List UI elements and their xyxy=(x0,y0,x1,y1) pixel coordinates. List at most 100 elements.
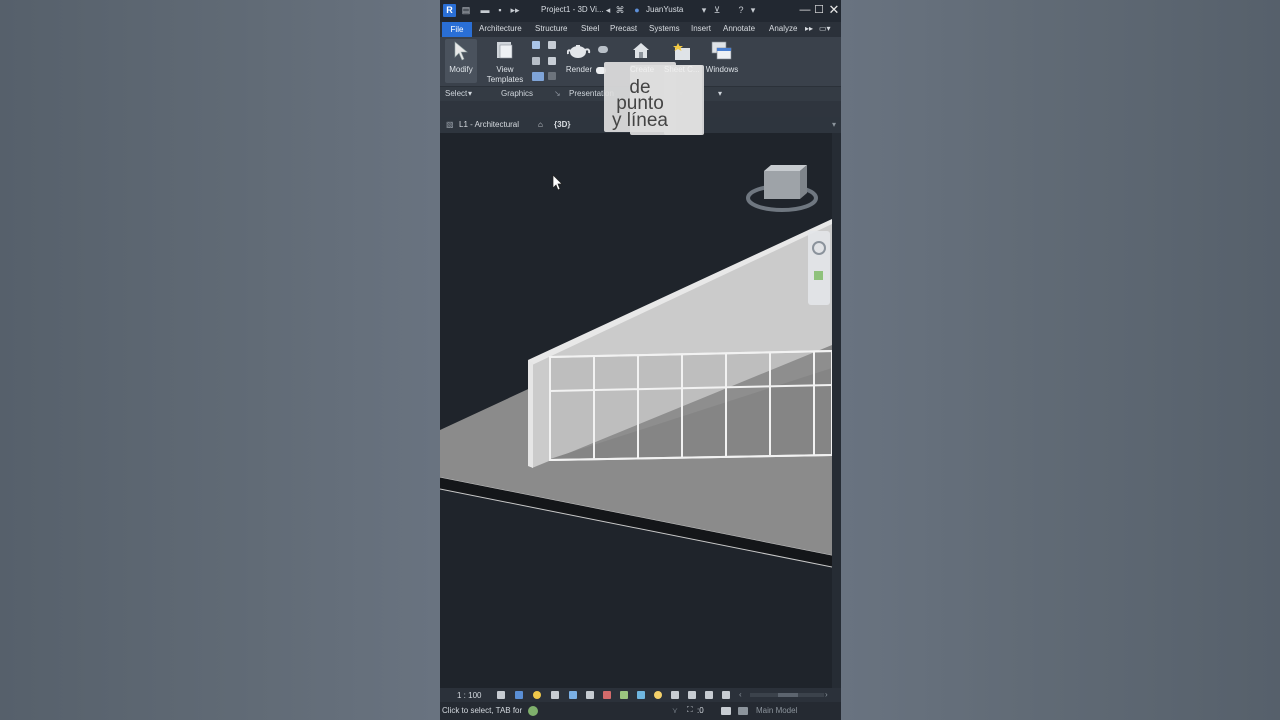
shadows-icon[interactable] xyxy=(551,691,559,699)
selection-count: :0 xyxy=(697,706,704,715)
view-cube-icon xyxy=(746,165,818,212)
horizontal-scrollbar[interactable] xyxy=(750,693,824,697)
wall-end xyxy=(528,360,533,468)
view-tab-l1[interactable]: ▧ L1 - Architectural xyxy=(443,117,533,133)
tab-annotate[interactable]: Annotate xyxy=(723,24,755,33)
render-gallery-icon[interactable] xyxy=(598,46,608,53)
windows-icon xyxy=(711,41,732,60)
horizontal-scrollbar-thumb[interactable] xyxy=(778,693,798,697)
close-button[interactable]: ✕ xyxy=(827,3,841,17)
status-bar: Click to select, TAB for ⋎ ⛶ :0 Main Mod… xyxy=(440,702,841,720)
selection-filter-icon[interactable]: ⛶ xyxy=(687,705,693,715)
user-icon: ● xyxy=(634,5,640,15)
editing-requests-icon[interactable] xyxy=(721,707,731,715)
thin-lines-icon[interactable] xyxy=(532,57,540,65)
view-tab-3d[interactable]: ⌂ {3D} xyxy=(535,117,575,133)
panel-more-dropdown-icon[interactable]: ▾ xyxy=(718,89,722,98)
binoculars-icon[interactable]: ⌘ xyxy=(615,5,625,15)
visual-style-icon[interactable] xyxy=(515,691,523,699)
view-tab-3d-label: {3D} xyxy=(554,120,571,129)
save-icon[interactable]: ▪ xyxy=(495,5,505,15)
modify-button[interactable]: Modify xyxy=(445,39,477,83)
maximize-button[interactable]: ☐ xyxy=(812,3,826,17)
3d-model-drawing xyxy=(440,165,832,568)
panel-graphics: Graphics xyxy=(501,89,534,98)
detail-level-icon[interactable] xyxy=(497,691,505,699)
temporary-hide-icon[interactable] xyxy=(637,691,645,699)
sun-path-icon[interactable] xyxy=(533,691,541,699)
filters-icon[interactable] xyxy=(548,41,556,49)
ribbon-tabs: File Architecture Structure Steel Precas… xyxy=(440,22,841,37)
modify-label: Modify xyxy=(449,65,473,74)
vertical-scrollbar[interactable] xyxy=(832,133,841,688)
remove-hidden-lines-icon[interactable] xyxy=(548,72,556,80)
navigation-bar xyxy=(808,231,830,305)
more-tabs-icon[interactable]: ▸▸ xyxy=(805,24,813,33)
show-hidden-lines-icon[interactable] xyxy=(548,57,556,65)
scroll-left-arrow-icon[interactable]: ‹ xyxy=(739,690,742,699)
help-icon[interactable]: ? xyxy=(736,5,746,15)
tabs-menu-icon[interactable]: ▾ xyxy=(832,120,836,129)
scroll-right-arrow-icon[interactable]: › xyxy=(825,690,828,699)
show-crop-region-icon[interactable] xyxy=(603,691,611,699)
temporary-view-properties-icon[interactable] xyxy=(671,691,679,699)
curtain-wall xyxy=(549,349,832,462)
windows-button[interactable]: Windows xyxy=(704,39,740,83)
panel-select-dropdown-icon[interactable]: ▾ xyxy=(468,89,472,98)
help-dropdown-icon[interactable]: ▾ xyxy=(748,5,758,15)
revit-logo-icon[interactable]: R xyxy=(443,4,456,17)
tab-options-icon[interactable]: ▭▾ xyxy=(819,24,831,33)
filter-icon[interactable]: ⋎ xyxy=(672,706,678,715)
highlight-displacement-icon[interactable] xyxy=(705,691,713,699)
tab-file[interactable]: File xyxy=(442,22,472,37)
sheet-icon xyxy=(673,43,690,60)
crop-view-icon[interactable] xyxy=(586,691,594,699)
tab-systems[interactable]: Systems xyxy=(649,24,680,33)
tab-precast[interactable]: Precast xyxy=(610,24,637,33)
house-icon xyxy=(633,43,649,58)
design-options-icon[interactable] xyxy=(738,707,748,715)
render-dialog-icon[interactable] xyxy=(569,691,577,699)
tab-steel[interactable]: Steel xyxy=(581,24,599,33)
render-label: Render xyxy=(565,65,593,74)
cart-icon[interactable]: ⊻ xyxy=(712,5,722,15)
lock-3d-view-icon[interactable] xyxy=(620,691,628,699)
scale-value[interactable]: 1 : 100 xyxy=(457,691,481,700)
caption-overlay: Create Sheet C... de punto y línea xyxy=(604,62,704,135)
visibility-graphics-icon[interactable] xyxy=(532,41,540,49)
analytical-model-icon[interactable] xyxy=(688,691,696,699)
render-button[interactable]: Render xyxy=(564,39,594,83)
minimize-button[interactable]: — xyxy=(798,3,812,17)
caption-line-3: y línea xyxy=(612,110,668,131)
scroll-left-icon[interactable]: ◂ xyxy=(603,5,613,15)
user-dropdown-icon[interactable]: ▾ xyxy=(699,5,709,15)
open-icon[interactable]: ▬ xyxy=(480,5,490,15)
cut-profile-icon[interactable] xyxy=(532,72,544,81)
more-tools-icon[interactable]: ▸▸ xyxy=(510,5,520,15)
title-bar: R ▤ ▬ ▪ ▸▸ Project1 - 3D Vi... ◂ ⌘ ● Jua… xyxy=(440,0,841,22)
view-templates-icon xyxy=(497,42,513,59)
reveal-constraints-icon[interactable] xyxy=(722,691,730,699)
tab-analyze[interactable]: Analyze xyxy=(769,24,797,33)
mouse-cursor-icon xyxy=(552,174,563,191)
user-name[interactable]: JuanYusta xyxy=(646,5,683,14)
view-control-bar: 1 : 100 ‹ › xyxy=(440,688,841,702)
floor-plan-icon: ▧ xyxy=(446,120,454,129)
active-model[interactable]: Main Model xyxy=(756,706,797,715)
graphics-dialog-launcher-icon[interactable]: ↘ xyxy=(554,89,561,98)
tab-insert[interactable]: Insert xyxy=(691,24,711,33)
workset-icon[interactable] xyxy=(528,706,538,716)
view-tab-l1-label: L1 - Architectural xyxy=(459,120,520,129)
view-templates-label-2: Templates xyxy=(486,75,524,84)
status-hint: Click to select, TAB for xyxy=(442,706,523,715)
tab-structure[interactable]: Structure xyxy=(535,24,567,33)
3d-view-canvas[interactable] xyxy=(440,133,832,688)
tab-architecture[interactable]: Architecture xyxy=(479,24,522,33)
reveal-hidden-icon[interactable] xyxy=(654,691,662,699)
teapot-icon xyxy=(567,45,591,58)
home-icon[interactable]: ▤ xyxy=(461,5,471,15)
view-templates-button[interactable]: View Templates xyxy=(486,39,524,85)
3d-house-icon: ⌂ xyxy=(538,120,543,129)
panel-select[interactable]: Select xyxy=(445,89,467,98)
windows-label: Windows xyxy=(705,65,739,74)
